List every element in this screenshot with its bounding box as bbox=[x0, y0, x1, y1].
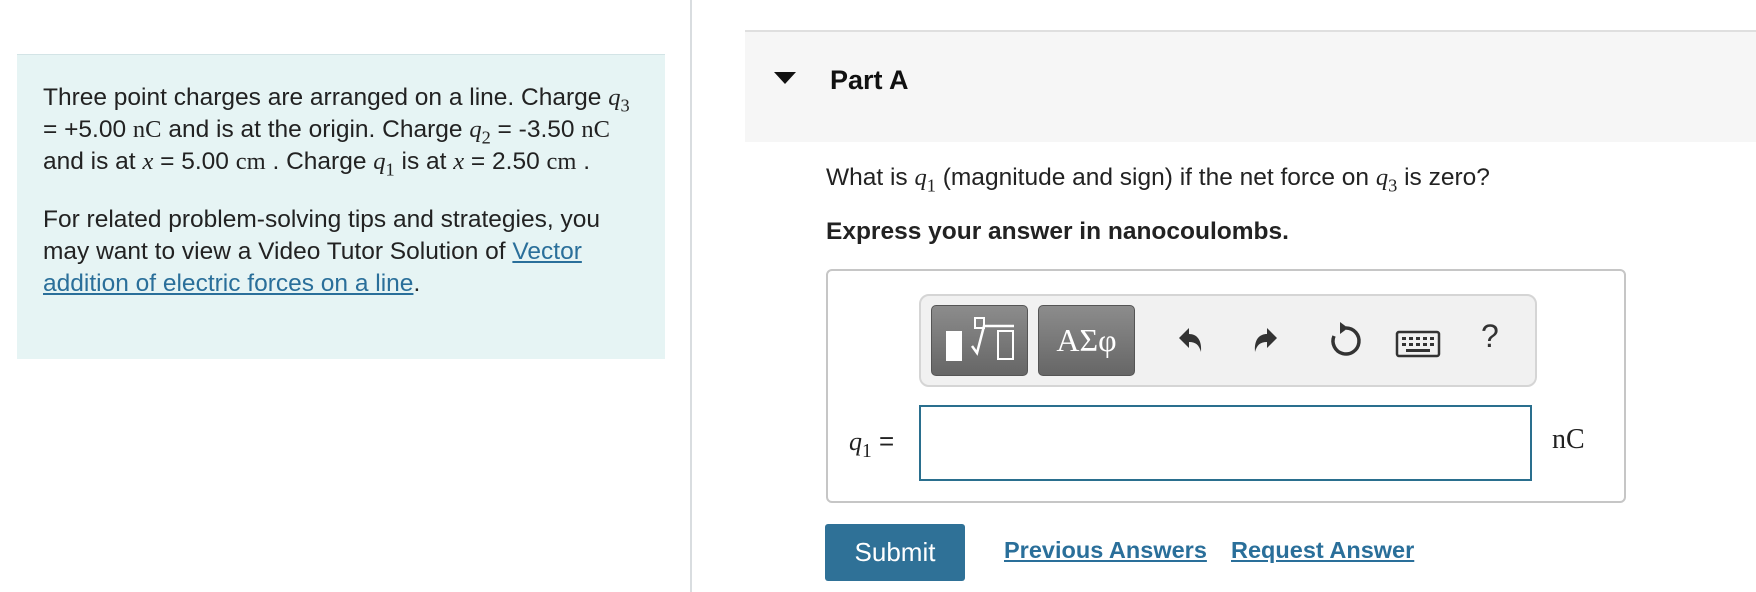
problem-text-part: = -3.50 bbox=[490, 116, 582, 143]
submit-button[interactable]: Submit bbox=[825, 524, 965, 581]
answer-instruction: Express your answer in nanocoulombs. bbox=[826, 218, 1289, 245]
answer-box: ΑΣφ ? q1 = nC bbox=[826, 269, 1626, 503]
question-text: What is q1 (magnitude and sign) if the n… bbox=[826, 164, 1490, 196]
problem-text-part: Three point charges are arranged on a li… bbox=[43, 84, 609, 111]
problem-text-part: and is at bbox=[43, 148, 143, 175]
unit-label: nC bbox=[1552, 424, 1585, 455]
previous-answers-link[interactable]: Previous Answers bbox=[1004, 537, 1207, 564]
templates-icon bbox=[946, 317, 1014, 361]
answer-variable-label: q1 = bbox=[849, 426, 895, 461]
var-q1: q bbox=[914, 164, 927, 191]
problem-text: Three point charges are arranged on a li… bbox=[43, 82, 639, 180]
collapse-chevron-icon[interactable] bbox=[774, 72, 796, 84]
var-q1-subscript: 1 bbox=[385, 159, 395, 180]
var-q3: q bbox=[608, 84, 621, 111]
problem-text-part: . bbox=[576, 148, 591, 175]
unit-nc: nC bbox=[581, 116, 610, 143]
undo-icon[interactable] bbox=[1169, 318, 1209, 362]
var-q3-subscript: 3 bbox=[1388, 175, 1398, 196]
part-title: Part A bbox=[830, 65, 909, 95]
request-answer-link[interactable]: Request Answer bbox=[1231, 537, 1414, 564]
redo-icon[interactable] bbox=[1247, 318, 1287, 362]
problem-text-part: is at bbox=[394, 148, 454, 175]
part-a-header[interactable]: Part A bbox=[745, 30, 1756, 142]
video-tutor-end: . bbox=[413, 270, 421, 297]
var-q1-subscript: 1 bbox=[926, 175, 936, 196]
answer-input[interactable] bbox=[919, 405, 1532, 481]
unit-cm: cm bbox=[546, 148, 577, 175]
problem-text-part: = +5.00 bbox=[43, 116, 133, 143]
var-q1-subscript: 1 bbox=[862, 440, 872, 462]
symbols-label: ΑΣφ bbox=[1056, 322, 1117, 358]
unit-cm: cm bbox=[235, 148, 266, 175]
var-q3-subscript: 3 bbox=[620, 95, 630, 116]
equals-sign: = bbox=[871, 426, 895, 456]
var-q3: q bbox=[1375, 164, 1389, 191]
column-divider bbox=[690, 0, 692, 592]
templates-button[interactable] bbox=[931, 305, 1028, 376]
problem-text-part: = 2.50 bbox=[464, 148, 547, 175]
symbols-button[interactable]: ΑΣφ bbox=[1038, 305, 1135, 376]
reset-icon[interactable] bbox=[1326, 318, 1366, 362]
var-x: x bbox=[453, 148, 465, 175]
problem-text-part: and is at the origin. Charge bbox=[161, 116, 470, 143]
keyboard-icon[interactable] bbox=[1395, 326, 1441, 360]
var-q2-subscript: 2 bbox=[481, 127, 491, 148]
video-tutor-text: For related problem-solving tips and str… bbox=[43, 204, 639, 300]
question-part: What is bbox=[826, 164, 915, 191]
var-q1: q bbox=[373, 148, 386, 175]
question-part: is zero? bbox=[1397, 164, 1490, 191]
var-q1: q bbox=[849, 427, 862, 456]
var-x: x bbox=[142, 148, 154, 175]
problem-text-part: . Charge bbox=[265, 148, 374, 175]
unit-nc: nC bbox=[132, 116, 162, 143]
question-part: (magnitude and sign) if the net force on bbox=[935, 164, 1376, 191]
help-icon[interactable]: ? bbox=[1481, 318, 1499, 355]
math-toolbar: ΑΣφ ? bbox=[919, 294, 1537, 387]
problem-text-part: = 5.00 bbox=[153, 148, 236, 175]
var-q2: q bbox=[469, 116, 482, 143]
problem-statement-panel: Three point charges are arranged on a li… bbox=[17, 54, 665, 359]
